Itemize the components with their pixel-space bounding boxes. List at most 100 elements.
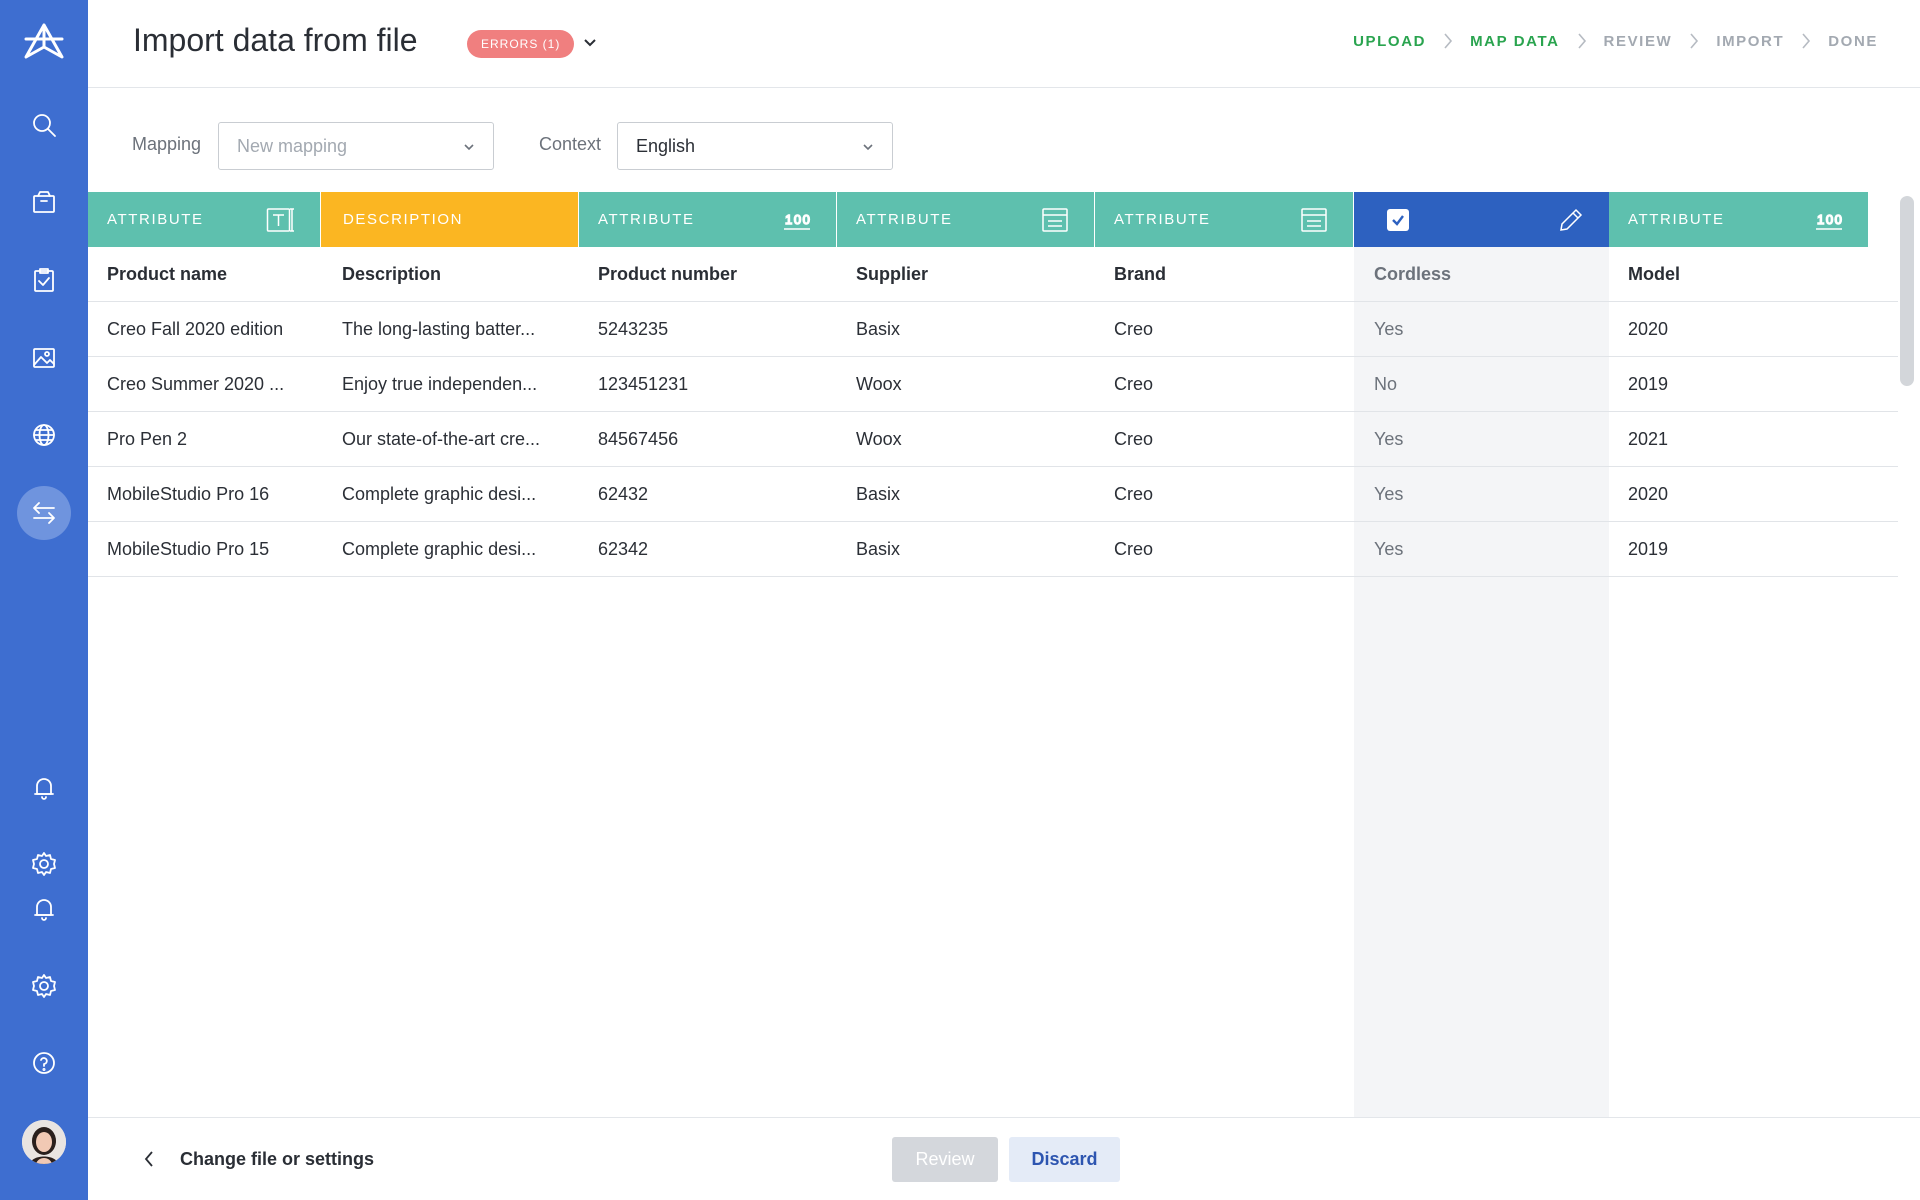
text-field-icon — [266, 206, 296, 234]
column-header-label: ATTRIBUTE — [1114, 211, 1211, 228]
column-header[interactable]: DESCRIPTION — [321, 192, 578, 247]
table-cell: 62342 — [598, 539, 649, 559]
list-icon — [1299, 206, 1329, 234]
table-cell: 2021 — [1628, 429, 1669, 449]
row-divider — [88, 576, 1898, 577]
table-cell: Complete graphic desi... — [342, 539, 537, 559]
table-cell: Pro Pen 2 — [107, 429, 188, 449]
vertical-scrollbar[interactable] — [1900, 196, 1914, 386]
list-icon — [1040, 206, 1070, 234]
mapping-table: ATTRIBUTE DESCRIPTION ATTRIBUTE 100 ATTR… — [88, 192, 1898, 1118]
column-checkbox[interactable] — [1387, 208, 1409, 231]
table-cell: No — [1374, 374, 1398, 394]
field-name: Brand — [1114, 264, 1167, 284]
step-import: IMPORT — [1716, 32, 1785, 50]
footer-bar: Change file or settings Review Discard — [88, 1117, 1920, 1200]
table-cell: Basix — [856, 319, 901, 339]
table-cell: Woox — [856, 429, 902, 449]
table-cell: Creo — [1114, 539, 1154, 559]
column-header[interactable]: ATTRIBUTE — [837, 192, 1094, 247]
errors-badge[interactable]: ERRORS (1) — [467, 30, 575, 58]
column-header[interactable]: ATTRIBUTE — [1095, 192, 1353, 247]
chevron-right-icon — [1426, 29, 1470, 53]
sidebar — [0, 0, 88, 1200]
field-name: Product number — [598, 264, 738, 284]
number-icon-text: 100 — [785, 212, 812, 227]
table-cell: Complete graphic desi... — [342, 484, 537, 504]
column-header-label: DESCRIPTION — [343, 211, 464, 228]
change-file-label: Change file or settings — [180, 1148, 375, 1169]
table-cell: 2019 — [1628, 374, 1669, 394]
table-cell: 84567456 — [598, 429, 679, 449]
step-map-data: MAP DATA — [1470, 32, 1560, 50]
pencil-icon[interactable] — [1555, 206, 1585, 234]
chevron-right-icon — [1560, 29, 1604, 53]
table-cell: Creo — [1114, 429, 1154, 449]
image-icon[interactable] — [17, 331, 71, 385]
table-cell: Creo — [1114, 484, 1154, 504]
bell-icon[interactable] — [17, 761, 71, 815]
table-cell: The long-lasting batter... — [342, 319, 536, 339]
chevron-down-icon — [461, 139, 477, 155]
number-icon-text: 100 — [1817, 212, 1844, 227]
import-export-icon[interactable] — [17, 486, 71, 540]
context-label: Context — [539, 134, 602, 154]
context-value: English — [636, 136, 696, 156]
search-icon[interactable] — [17, 98, 71, 152]
page-title: Import data from file — [133, 22, 418, 58]
table-cell: 2020 — [1628, 319, 1669, 339]
step-done: DONE — [1828, 32, 1878, 50]
column-header[interactable]: ATTRIBUTE 100 — [579, 192, 836, 247]
chevron-down-icon — [860, 139, 876, 155]
step-review: REVIEW — [1603, 32, 1673, 50]
mapping-select[interactable]: New mapping — [218, 122, 494, 170]
table-cell: 5243235 — [598, 319, 669, 339]
column-header-label: ATTRIBUTE — [1628, 211, 1725, 228]
table-cell: 2019 — [1628, 539, 1669, 559]
column-header[interactable]: ATTRIBUTE — [88, 192, 320, 247]
user-avatar[interactable] — [22, 1120, 66, 1164]
stepper: UPLOAD MAP DATA REVIEW IMPORT DONE — [1353, 28, 1878, 54]
discard-button[interactable]: Discard — [1009, 1137, 1120, 1182]
change-file-link[interactable]: Change file or settings — [142, 1148, 374, 1170]
gear-icon[interactable] — [17, 959, 71, 1013]
field-name: Description — [342, 264, 442, 284]
field-name: Cordless — [1374, 264, 1452, 284]
number-icon: 100 — [782, 206, 812, 234]
globe-icon[interactable] — [17, 408, 71, 462]
column-header-label: ATTRIBUTE — [856, 211, 953, 228]
help-icon[interactable] — [17, 1036, 71, 1090]
table-cell: Enjoy true independen... — [342, 374, 538, 394]
chevron-right-icon — [1672, 29, 1716, 53]
page-header: Import data from file ERRORS (1) UPLOAD … — [88, 0, 1920, 88]
chevron-down-icon[interactable] — [580, 32, 600, 52]
chevron-right-icon — [1784, 29, 1828, 53]
table-cell: MobileStudio Pro 15 — [107, 539, 270, 559]
table-cell: 123451231 — [598, 374, 689, 394]
table-cell: Yes — [1374, 484, 1404, 504]
table-cell: MobileStudio Pro 16 — [107, 484, 270, 504]
table-cell: Yes — [1374, 319, 1404, 339]
table-cell: Creo Summer 2020 ... — [107, 374, 285, 394]
mapping-label: Mapping — [132, 134, 202, 154]
bell-icon[interactable] — [17, 882, 71, 936]
column-header-label: ATTRIBUTE — [598, 211, 695, 228]
number-icon: 100 — [1814, 206, 1844, 234]
package-icon[interactable] — [17, 175, 71, 229]
table-cell: Creo Fall 2020 edition — [107, 319, 284, 339]
column-header[interactable]: ATTRIBUTE 100 — [1609, 192, 1868, 247]
context-select[interactable]: English — [617, 122, 893, 170]
mapping-placeholder: New mapping — [237, 136, 348, 156]
table-cell: Creo — [1114, 319, 1154, 339]
field-name: Product name — [107, 264, 228, 284]
clipboard-check-icon[interactable] — [17, 253, 71, 307]
table-cell: Creo — [1114, 374, 1154, 394]
field-name: Supplier — [856, 264, 929, 284]
review-button[interactable]: Review — [892, 1137, 998, 1182]
table-cell: Basix — [856, 539, 901, 559]
column-header-selected[interactable] — [1354, 192, 1609, 247]
logo-icon[interactable] — [17, 16, 71, 70]
table-cell: Yes — [1374, 539, 1404, 559]
step-upload: UPLOAD — [1353, 32, 1427, 50]
table-cell: Basix — [856, 484, 901, 504]
